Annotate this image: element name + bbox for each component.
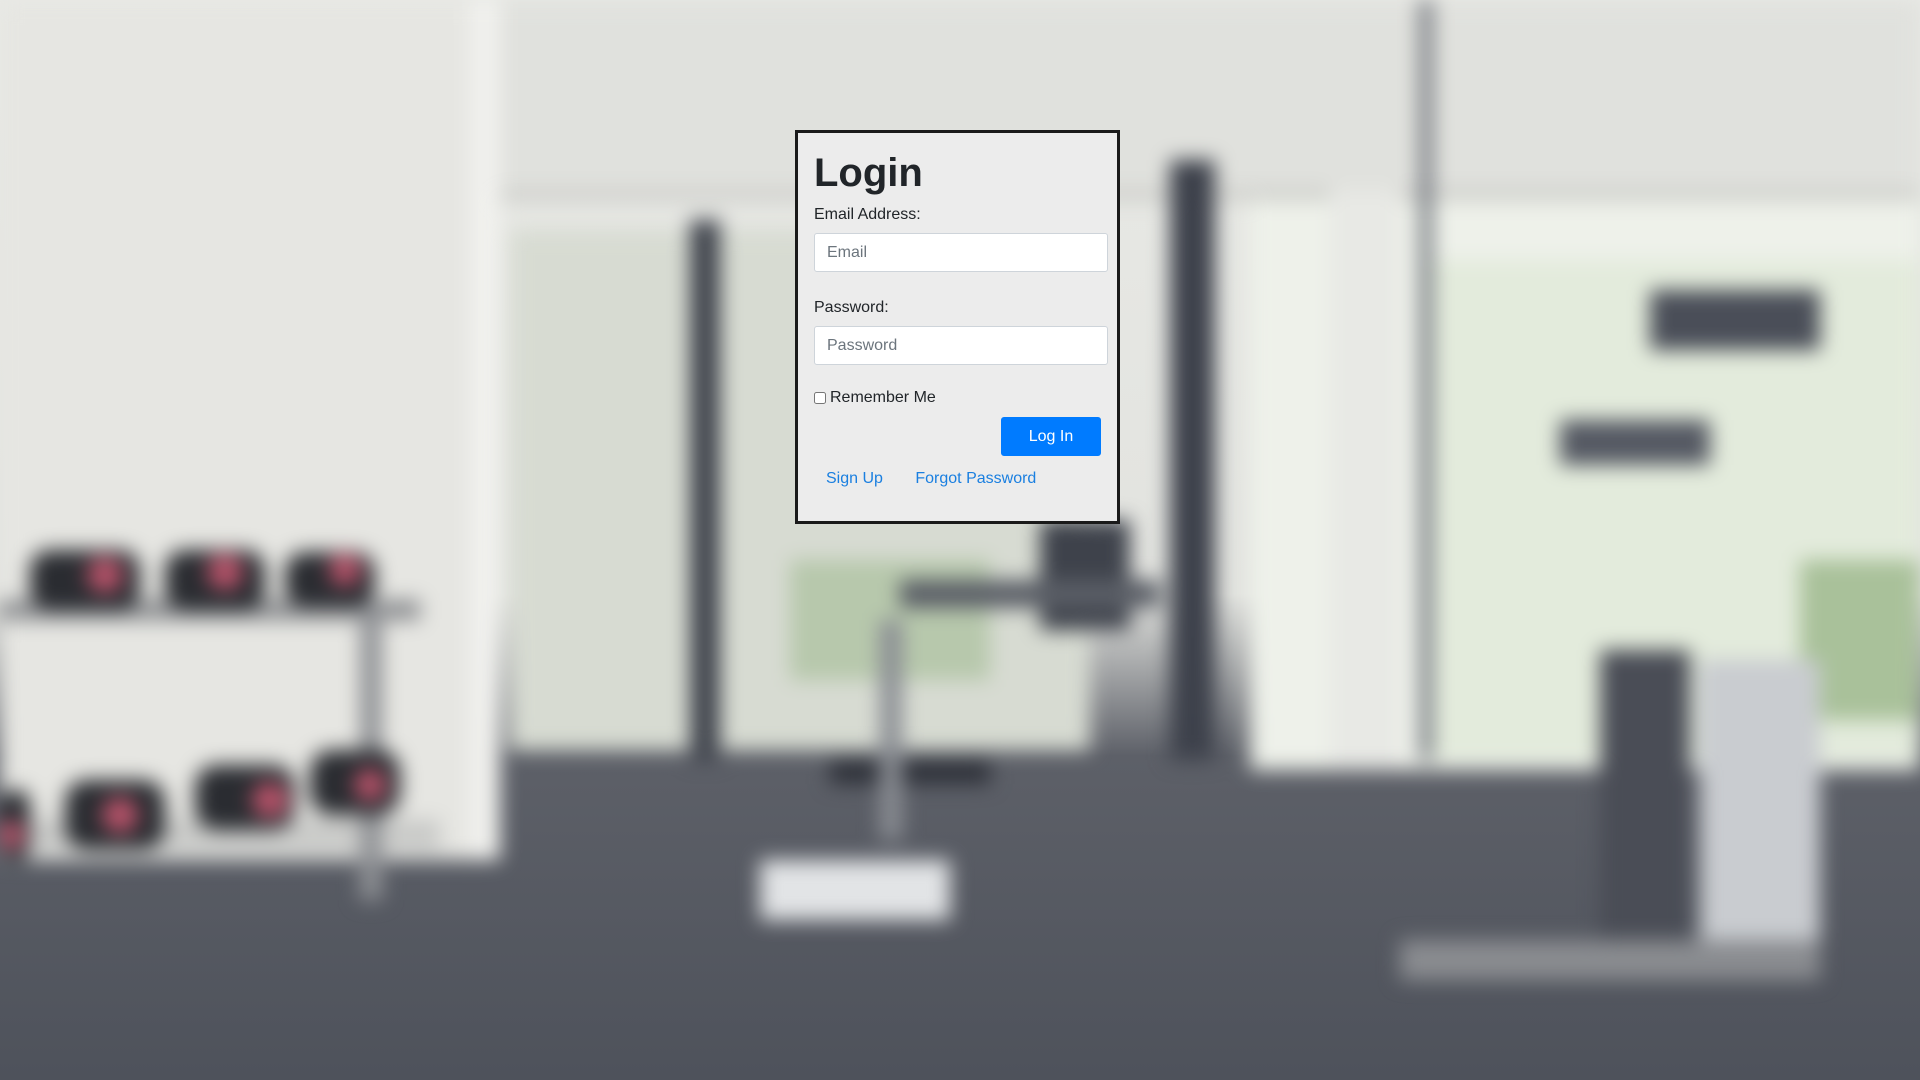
password-label: Password:: [814, 299, 889, 316]
remember-me-label: Remember Me: [830, 389, 936, 406]
login-card: Login Email Address: Password: Remember …: [795, 130, 1120, 524]
password-input[interactable]: [814, 326, 1108, 365]
auth-links: Sign Up Forgot Password: [814, 470, 1101, 488]
remember-me-row: Remember Me: [814, 389, 1101, 407]
email-label: Email Address:: [814, 206, 921, 223]
forgot-password-link[interactable]: Forgot Password: [915, 470, 1036, 487]
sign-up-link[interactable]: Sign Up: [826, 470, 883, 487]
login-title: Login: [814, 151, 923, 195]
actions-row: Log In: [814, 417, 1101, 456]
remember-me-checkbox[interactable]: [814, 392, 826, 404]
log-in-button[interactable]: Log In: [1001, 417, 1101, 456]
email-input[interactable]: [814, 233, 1108, 272]
